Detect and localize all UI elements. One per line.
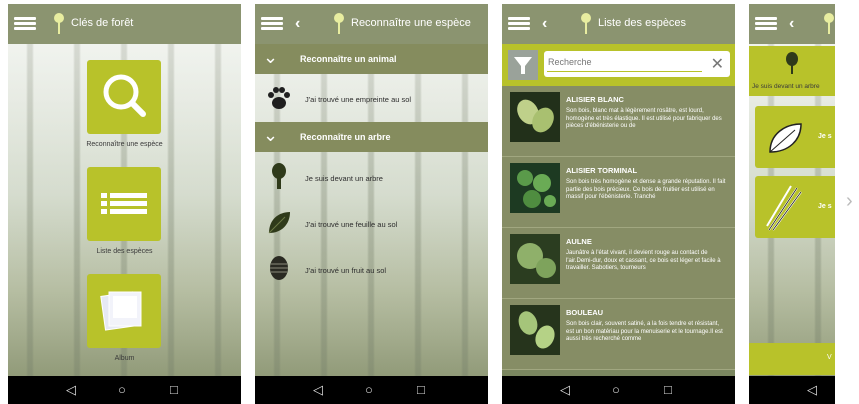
chevron-down-icon: ⌄ <box>263 47 279 67</box>
leaf-icon <box>268 212 290 234</box>
back-arrow-icon[interactable]: ‹ <box>295 15 300 33</box>
screen-tree-identify: ‹ Je suis devant un arbre Je s Je s V ◁ <box>749 4 835 404</box>
back-nav-icon[interactable]: ◁ <box>313 383 323 397</box>
validate-button[interactable]: V <box>749 343 835 375</box>
species-thumbnail <box>510 92 560 142</box>
app-logo-icon <box>823 13 835 35</box>
header-band: Je suis devant un arbre <box>749 46 835 96</box>
menu-icon[interactable] <box>14 17 36 31</box>
app-logo-icon <box>53 13 65 35</box>
filter-button[interactable] <box>508 50 538 80</box>
species-desc: Son bois, blanc mat à légèrement rosâtre… <box>566 108 722 129</box>
needles-icon <box>766 185 802 231</box>
validate-button-label: V <box>827 354 832 361</box>
top-bar: ‹ Reconnaître une espèce <box>255 4 488 44</box>
carousel-next-icon[interactable]: › <box>846 190 853 213</box>
screen-recognize: ‹ Reconnaître une espèce ⌄ Reconnaître u… <box>255 4 488 404</box>
species-thumbnail <box>510 234 560 284</box>
back-nav-icon[interactable]: ◁ <box>560 383 570 397</box>
close-icon[interactable]: ✕ <box>711 54 724 74</box>
option-card[interactable]: Je s <box>755 106 835 168</box>
species-name: ALISIER TORMINAL <box>566 166 638 175</box>
home-nav-icon[interactable]: ○ <box>365 383 373 397</box>
recent-nav-icon[interactable]: □ <box>170 383 178 397</box>
recent-nav-icon[interactable]: □ <box>417 383 425 397</box>
list-item[interactable]: AULNE Jaunâtre à l'état vivant, il devie… <box>502 228 735 299</box>
section-animal-header[interactable]: ⌄ Reconnaître un animal <box>255 44 488 74</box>
search-input[interactable]: Recherche ✕ <box>544 51 730 77</box>
option-card-label: Je s <box>818 133 832 140</box>
album-label: Album <box>114 355 135 362</box>
recognize-species-label: Reconnaître une espèce <box>86 141 163 148</box>
option-card-label: Je s <box>818 203 832 210</box>
list-item-label: J'ai trouvé une empreinte au sol <box>305 95 412 104</box>
species-desc: Jaunâtre à l'état vivant, il devient rou… <box>566 250 721 271</box>
species-name: ALISIER BLANC <box>566 95 624 104</box>
tree-icon <box>272 163 286 189</box>
list-item-label: Je suis devant un arbre <box>305 174 383 183</box>
android-navbar: ◁ <box>749 376 835 404</box>
app-logo-icon <box>580 13 592 35</box>
top-bar: Clés de forêt <box>8 4 241 44</box>
filter-icon <box>514 57 532 74</box>
paw-icon <box>268 87 290 109</box>
species-list-button[interactable] <box>87 167 161 241</box>
home-nav-icon[interactable]: ○ <box>612 383 620 397</box>
species-desc: Son bois très homogène et dense a grande… <box>566 179 726 200</box>
search-placeholder: Recherche <box>548 57 592 67</box>
app-logo-icon <box>333 13 345 35</box>
android-navbar: ◁ ○ □ <box>8 376 241 404</box>
list-item-label: J'ai trouvé un fruit au sol <box>305 266 387 275</box>
search-icon <box>103 74 146 117</box>
list-item-label: J'ai trouvé une feuille au sol <box>305 220 398 229</box>
list-item[interactable]: ALISIER TORMINAL Son bois très homogène … <box>502 157 735 228</box>
android-navbar: ◁ ○ □ <box>502 376 735 404</box>
species-name: BOULEAU <box>566 308 604 317</box>
back-nav-icon[interactable]: ◁ <box>66 383 76 397</box>
menu-icon[interactable] <box>261 17 283 31</box>
tree-icon <box>786 52 798 74</box>
species-thumbnail <box>510 163 560 213</box>
screen-home: Clés de forêt Reconnaître une espèce Lis… <box>8 4 241 404</box>
back-arrow-icon[interactable]: ‹ <box>542 15 547 33</box>
menu-icon[interactable] <box>508 17 530 31</box>
recent-nav-icon[interactable]: □ <box>664 383 672 397</box>
chevron-down-icon: ⌄ <box>263 125 279 145</box>
home-nav-icon[interactable]: ○ <box>118 383 126 397</box>
page-title: Clés de forêt <box>71 17 134 29</box>
screen-species-list: ‹ Liste des espèces Recherche ✕ ALISIER … <box>502 4 735 404</box>
back-arrow-icon[interactable]: ‹ <box>789 15 794 33</box>
section-tree-header[interactable]: ⌄ Reconnaître un arbre <box>255 122 488 152</box>
species-list-label: Liste des espèces <box>96 248 153 255</box>
pinecone-icon <box>270 256 288 280</box>
page-title: Liste des espèces <box>598 17 687 29</box>
top-bar: ‹ Liste des espèces <box>502 4 735 44</box>
option-card[interactable]: Je s <box>755 176 835 238</box>
list-item[interactable]: ALISIER BLANC Son bois, blanc mat à légè… <box>502 86 735 157</box>
album-icon <box>100 291 142 331</box>
android-navbar: ◁ ○ □ <box>255 376 488 404</box>
species-desc: Son bois clair, souvent satiné, a la foi… <box>566 321 723 342</box>
species-name: AULNE <box>566 237 592 246</box>
search-bar: Recherche ✕ <box>502 44 735 86</box>
leaf-outline-icon <box>769 123 802 153</box>
album-button[interactable] <box>87 274 161 348</box>
species-thumbnail <box>510 305 560 355</box>
recognize-species-button[interactable] <box>87 60 161 134</box>
list-item[interactable]: BOULEAU Son bois clair, souvent satiné, … <box>502 299 735 370</box>
section-tree-label: Reconnaître un arbre <box>300 132 391 142</box>
search-underline <box>547 71 702 72</box>
back-nav-icon[interactable]: ◁ <box>807 383 817 397</box>
menu-icon[interactable] <box>755 17 777 31</box>
subtitle: Je suis devant un arbre <box>752 83 820 90</box>
top-bar: ‹ <box>749 4 835 44</box>
list-icon <box>101 193 147 214</box>
section-animal-label: Reconnaître un animal <box>300 54 397 64</box>
page-title: Reconnaître une espèce <box>351 17 471 29</box>
